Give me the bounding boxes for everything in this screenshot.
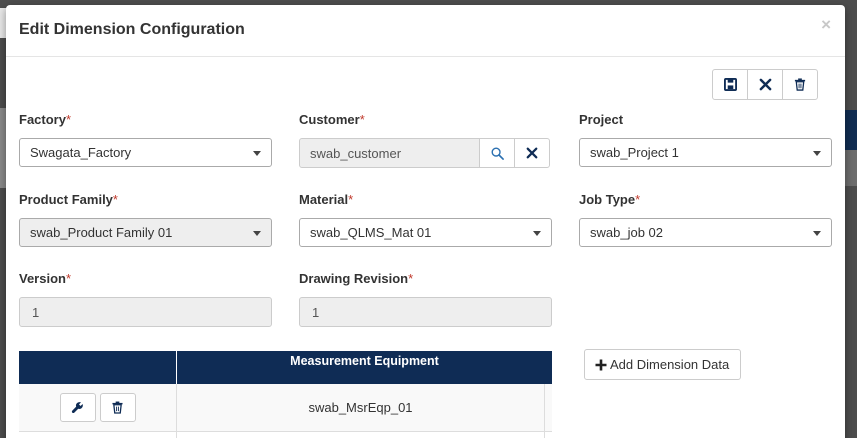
action-toolbar <box>712 69 818 100</box>
measurement-equipment-grid: Measurement Equipment swab_MsrEqp_01 <box>19 351 552 438</box>
close-icon <box>759 78 771 91</box>
background-navbar-edge <box>843 110 857 150</box>
background-edge <box>843 150 857 186</box>
project-field: Project swab_Project 1 <box>579 112 832 167</box>
caret-down-icon <box>813 231 821 236</box>
customer-clear-button[interactable] <box>514 138 550 168</box>
table-row: swab_MsrEqp_01 <box>19 384 552 432</box>
required-marker: * <box>348 192 354 207</box>
search-icon <box>491 147 504 160</box>
factory-value: Swagata_Factory <box>30 145 132 160</box>
trash-icon <box>112 401 123 414</box>
close-button[interactable]: × <box>821 15 831 35</box>
table-row <box>19 432 552 438</box>
version-label: Version <box>19 271 66 286</box>
caret-down-icon <box>813 151 821 156</box>
product-family-select[interactable]: swab_Product Family 01 <box>19 218 272 247</box>
wrench-icon <box>71 402 83 414</box>
required-marker: * <box>359 112 365 127</box>
factory-label: Factory <box>19 112 66 127</box>
row-actions <box>19 384 177 431</box>
add-dimension-data-label: Add Dimension Data <box>610 357 730 372</box>
job-type-select[interactable]: swab_job 02 <box>579 218 832 247</box>
caret-down-icon <box>533 231 541 236</box>
modal-header: Edit Dimension Configuration × <box>6 5 845 57</box>
edit-dimension-modal: Edit Dimension Configuration × Factory* … <box>6 5 845 438</box>
add-dimension-data-button[interactable]: Add Dimension Data <box>584 349 742 380</box>
required-marker: * <box>112 192 118 207</box>
customer-field: Customer* swab_customer <box>299 112 552 168</box>
product-family-value: swab_Product Family 01 <box>30 225 173 240</box>
material-field: Material* swab_QLMS_Mat 01 <box>299 192 552 247</box>
caret-down-icon <box>253 151 261 156</box>
drawing-revision-label: Drawing Revision <box>299 271 409 286</box>
delete-row-button[interactable] <box>99 393 136 422</box>
drawing-revision-input[interactable]: 1 <box>299 297 552 327</box>
customer-search-button[interactable] <box>479 138 515 168</box>
save-button[interactable] <box>712 69 748 100</box>
factory-field: Factory* Swagata_Factory <box>19 112 272 167</box>
job-type-field: Job Type* swab_job 02 <box>579 192 832 247</box>
product-family-field: Product Family* swab_Product Family 01 <box>19 192 272 247</box>
grid-header-measurement-equipment: Measurement Equipment <box>290 354 439 368</box>
modal-title: Edit Dimension Configuration <box>19 21 245 38</box>
project-select[interactable]: swab_Project 1 <box>579 138 832 167</box>
drawing-revision-field: Drawing Revision* 1 <box>299 271 552 327</box>
required-marker: * <box>65 271 72 286</box>
job-type-value: swab_job 02 <box>590 225 663 240</box>
required-marker: * <box>65 112 72 127</box>
cancel-button[interactable] <box>747 69 783 100</box>
grid-header-actions <box>19 351 177 384</box>
plus-icon <box>595 359 607 370</box>
factory-select[interactable]: Swagata_Factory <box>19 138 272 167</box>
version-input[interactable]: 1 <box>19 297 272 327</box>
project-value: swab_Project 1 <box>590 145 679 160</box>
customer-label: Customer <box>299 112 360 127</box>
job-type-label: Job Type <box>579 192 636 207</box>
trash-icon <box>794 78 806 91</box>
caret-down-icon <box>253 231 261 236</box>
measurement-equipment-cell: swab_MsrEqp_01 <box>177 384 545 431</box>
delete-button[interactable] <box>782 69 818 100</box>
grid-header: Measurement Equipment <box>19 351 552 384</box>
material-select[interactable]: swab_QLMS_Mat 01 <box>299 218 552 247</box>
product-family-label: Product Family <box>19 192 113 207</box>
customer-input-group: swab_customer <box>299 138 552 168</box>
required-marker: * <box>408 271 414 286</box>
required-marker: * <box>635 192 641 207</box>
edit-row-button[interactable] <box>59 393 96 422</box>
save-icon <box>723 78 737 91</box>
material-label: Material <box>299 192 349 207</box>
customer-input[interactable]: swab_customer <box>299 138 480 168</box>
material-value: swab_QLMS_Mat 01 <box>310 225 432 240</box>
version-field: Version* 1 <box>19 271 272 327</box>
close-icon <box>526 147 538 159</box>
project-label: Project <box>579 112 624 127</box>
